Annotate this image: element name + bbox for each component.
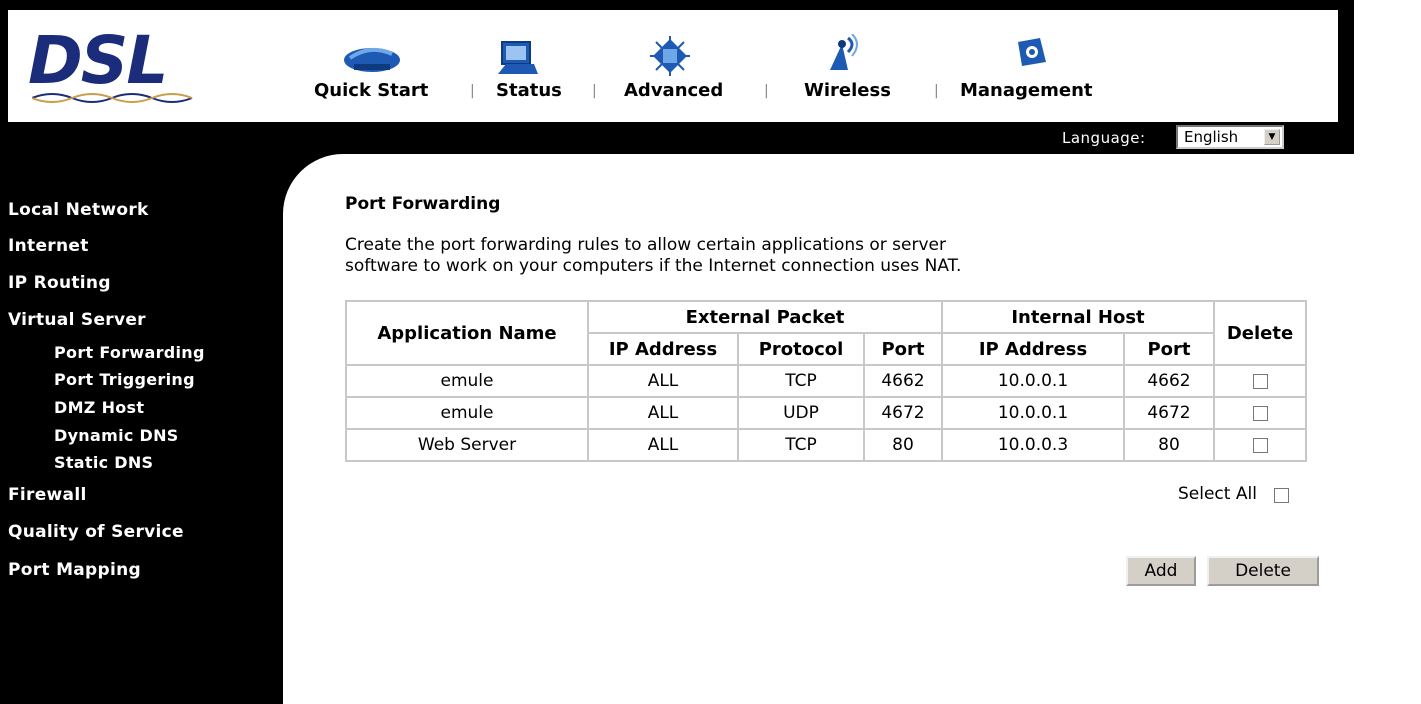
cell-int-port: 4672 (1123, 396, 1215, 430)
cell-protocol: UDP (737, 396, 865, 430)
quick-start-icon (344, 47, 400, 72)
frame-top-border (0, 0, 1354, 10)
delete-button[interactable]: Delete (1207, 556, 1319, 586)
wireless-icon (830, 34, 858, 70)
logo-wave-icon (32, 93, 193, 103)
cell-app: emule (345, 364, 589, 398)
col-int-ip: IP Address (941, 332, 1125, 366)
sidebar-item-static-dns[interactable]: Static DNS (54, 453, 153, 472)
delete-checkbox[interactable] (1252, 373, 1268, 389)
description-line: Create the port forwarding rules to allo… (345, 235, 946, 255)
sidebar-item-internet[interactable]: Internet (8, 236, 89, 256)
cell-delete (1213, 428, 1307, 462)
cell-int-port: 80 (1123, 428, 1215, 462)
nav-separator: | (592, 83, 597, 99)
cell-ext-port: 80 (863, 428, 943, 462)
cell-ext-port: 4662 (863, 364, 943, 398)
sidebar-item-dmz-host[interactable]: DMZ Host (54, 398, 144, 417)
nav-label: Management (960, 80, 1093, 101)
table-row: emule ALL TCP 4662 10.0.0.1 4662 (345, 364, 1307, 398)
port-forwarding-table: Application Name External Packet Interna… (345, 300, 1307, 462)
language-label: Language: (1062, 129, 1146, 147)
cell-int-ip: 10.0.0.3 (941, 428, 1125, 462)
col-group-internal-host: Internal Host (941, 300, 1215, 334)
col-delete: Delete (1213, 300, 1307, 366)
nav-separator: | (764, 83, 769, 99)
language-select[interactable]: English ▼ (1176, 125, 1284, 149)
frame-left-border (0, 0, 8, 704)
cell-ext-ip: ALL (587, 428, 739, 462)
cell-app: emule (345, 396, 589, 430)
sidebar-item-port-forwarding[interactable]: Port Forwarding (54, 343, 205, 362)
sidebar-item-port-mapping[interactable]: Port Mapping (8, 560, 141, 580)
chevron-down-icon[interactable]: ▼ (1264, 129, 1280, 145)
nav-separator: | (470, 83, 475, 99)
nav-label: Quick Start (314, 80, 429, 101)
add-button[interactable]: Add (1126, 556, 1196, 586)
sidebar-item-local-network[interactable]: Local Network (8, 200, 149, 220)
page-description: Create the port forwarding rules to allo… (345, 235, 1165, 277)
logo-text: DSL (28, 22, 168, 99)
header: DSL Quick Start | Status | Advanced | Wi… (8, 10, 1338, 122)
sidebar-item-dynamic-dns[interactable]: Dynamic DNS (54, 426, 179, 445)
sidebar-item-virtual-server[interactable]: Virtual Server (8, 310, 146, 330)
cell-protocol: TCP (737, 428, 865, 462)
select-all: Select All (1178, 484, 1289, 504)
sidebar-item-firewall[interactable]: Firewall (8, 485, 87, 505)
cell-int-ip: 10.0.0.1 (941, 396, 1125, 430)
col-ext-ip: IP Address (587, 332, 739, 366)
cell-protocol: TCP (737, 364, 865, 398)
cell-app: Web Server (345, 428, 589, 462)
page-title: Port Forwarding (345, 194, 501, 214)
cell-delete (1213, 396, 1307, 430)
nav-label: Advanced (624, 80, 724, 101)
language-value: English (1184, 128, 1239, 146)
advanced-icon (650, 36, 690, 76)
status-icon (498, 41, 538, 74)
col-int-port: Port (1123, 332, 1215, 366)
col-ext-port: Port (863, 332, 943, 366)
delete-checkbox[interactable] (1252, 405, 1268, 421)
header-band (8, 122, 1354, 154)
select-all-label: Select All (1178, 484, 1257, 504)
nav-label: Wireless (804, 80, 891, 101)
cell-delete (1213, 364, 1307, 398)
cell-ext-port: 4672 (863, 396, 943, 430)
description-line: software to work on your computers if th… (345, 256, 962, 276)
select-all-checkbox[interactable] (1274, 488, 1289, 503)
management-icon (1018, 38, 1046, 66)
table-row: emule ALL UDP 4672 10.0.0.1 4672 (345, 396, 1307, 430)
col-application-name: Application Name (345, 300, 589, 366)
col-group-external-packet: External Packet (587, 300, 943, 334)
cell-ext-ip: ALL (587, 364, 739, 398)
nav-separator: | (934, 83, 939, 99)
col-protocol: Protocol (737, 332, 865, 366)
cell-int-port: 4662 (1123, 364, 1215, 398)
dsl-logo: DSL (24, 28, 214, 118)
nav-label: Status (496, 80, 562, 101)
delete-checkbox[interactable] (1252, 437, 1268, 453)
table-row: Web Server ALL TCP 80 10.0.0.3 80 (345, 428, 1307, 462)
cell-int-ip: 10.0.0.1 (941, 364, 1125, 398)
sidebar-item-port-triggering[interactable]: Port Triggering (54, 370, 195, 389)
sidebar-item-ip-routing[interactable]: IP Routing (8, 273, 111, 293)
cell-ext-ip: ALL (587, 396, 739, 430)
sidebar-item-qos[interactable]: Quality of Service (8, 522, 184, 542)
